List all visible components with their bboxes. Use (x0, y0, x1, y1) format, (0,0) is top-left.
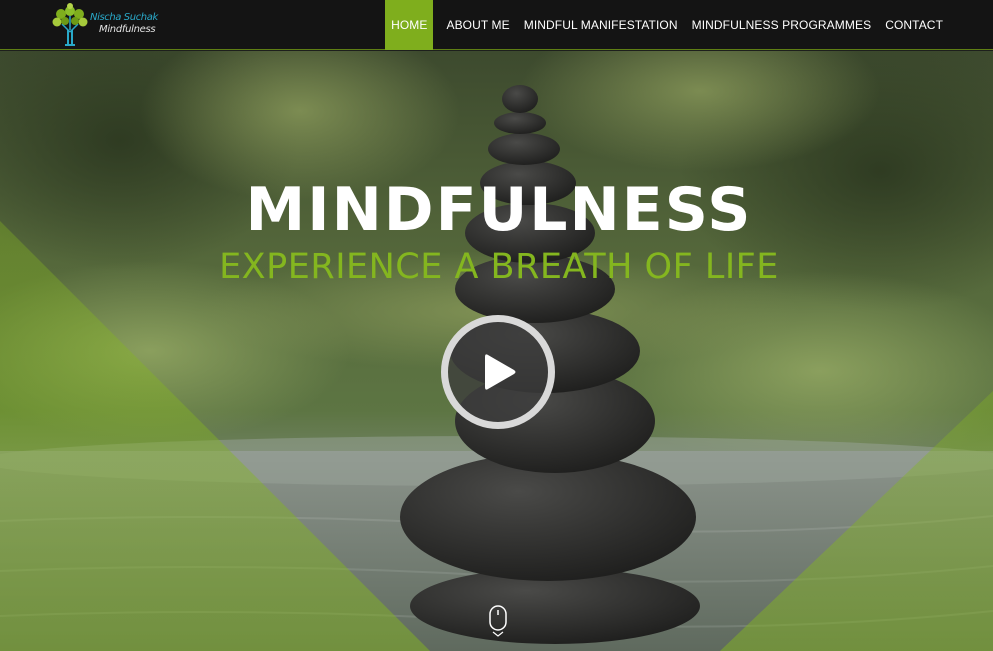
scroll-down-indicator[interactable] (488, 605, 508, 637)
nav-item-home[interactable]: HOME (385, 0, 434, 50)
hero-subtitle: EXPERIENCE A BREATH OF LIFE (219, 247, 779, 287)
logo-name-line2: Mindfulness (99, 24, 156, 35)
site-logo[interactable]: Nischa Suchak Mindfulness (50, 2, 165, 46)
logo-name-line1: Nischa Suchak (90, 12, 158, 23)
nav-item-about-me[interactable]: ABOUT ME (439, 0, 516, 50)
site-header: Nischa Suchak Mindfulness HOME ABOUT ME … (0, 0, 993, 50)
nav-item-contact[interactable]: CONTACT (878, 0, 950, 50)
page: Nischa Suchak Mindfulness HOME ABOUT ME … (0, 0, 993, 651)
nav-item-mindful-manifestation[interactable]: MINDFUL MANIFESTATION (517, 0, 685, 50)
mouse-scroll-icon (489, 605, 507, 637)
hero-section: MINDFULNESS EXPERIENCE A BREATH OF LIFE (0, 51, 993, 651)
hero-title: MINDFULNESS (245, 175, 753, 245)
tree-logo-icon (52, 3, 88, 46)
play-icon (485, 354, 516, 390)
nav-item-mindfulness-programmes[interactable]: MINDFULNESS PROGRAMMES (685, 0, 879, 50)
main-nav: HOME ABOUT ME MINDFUL MANIFESTATION MIND… (385, 0, 950, 50)
play-video-button[interactable] (441, 315, 555, 429)
